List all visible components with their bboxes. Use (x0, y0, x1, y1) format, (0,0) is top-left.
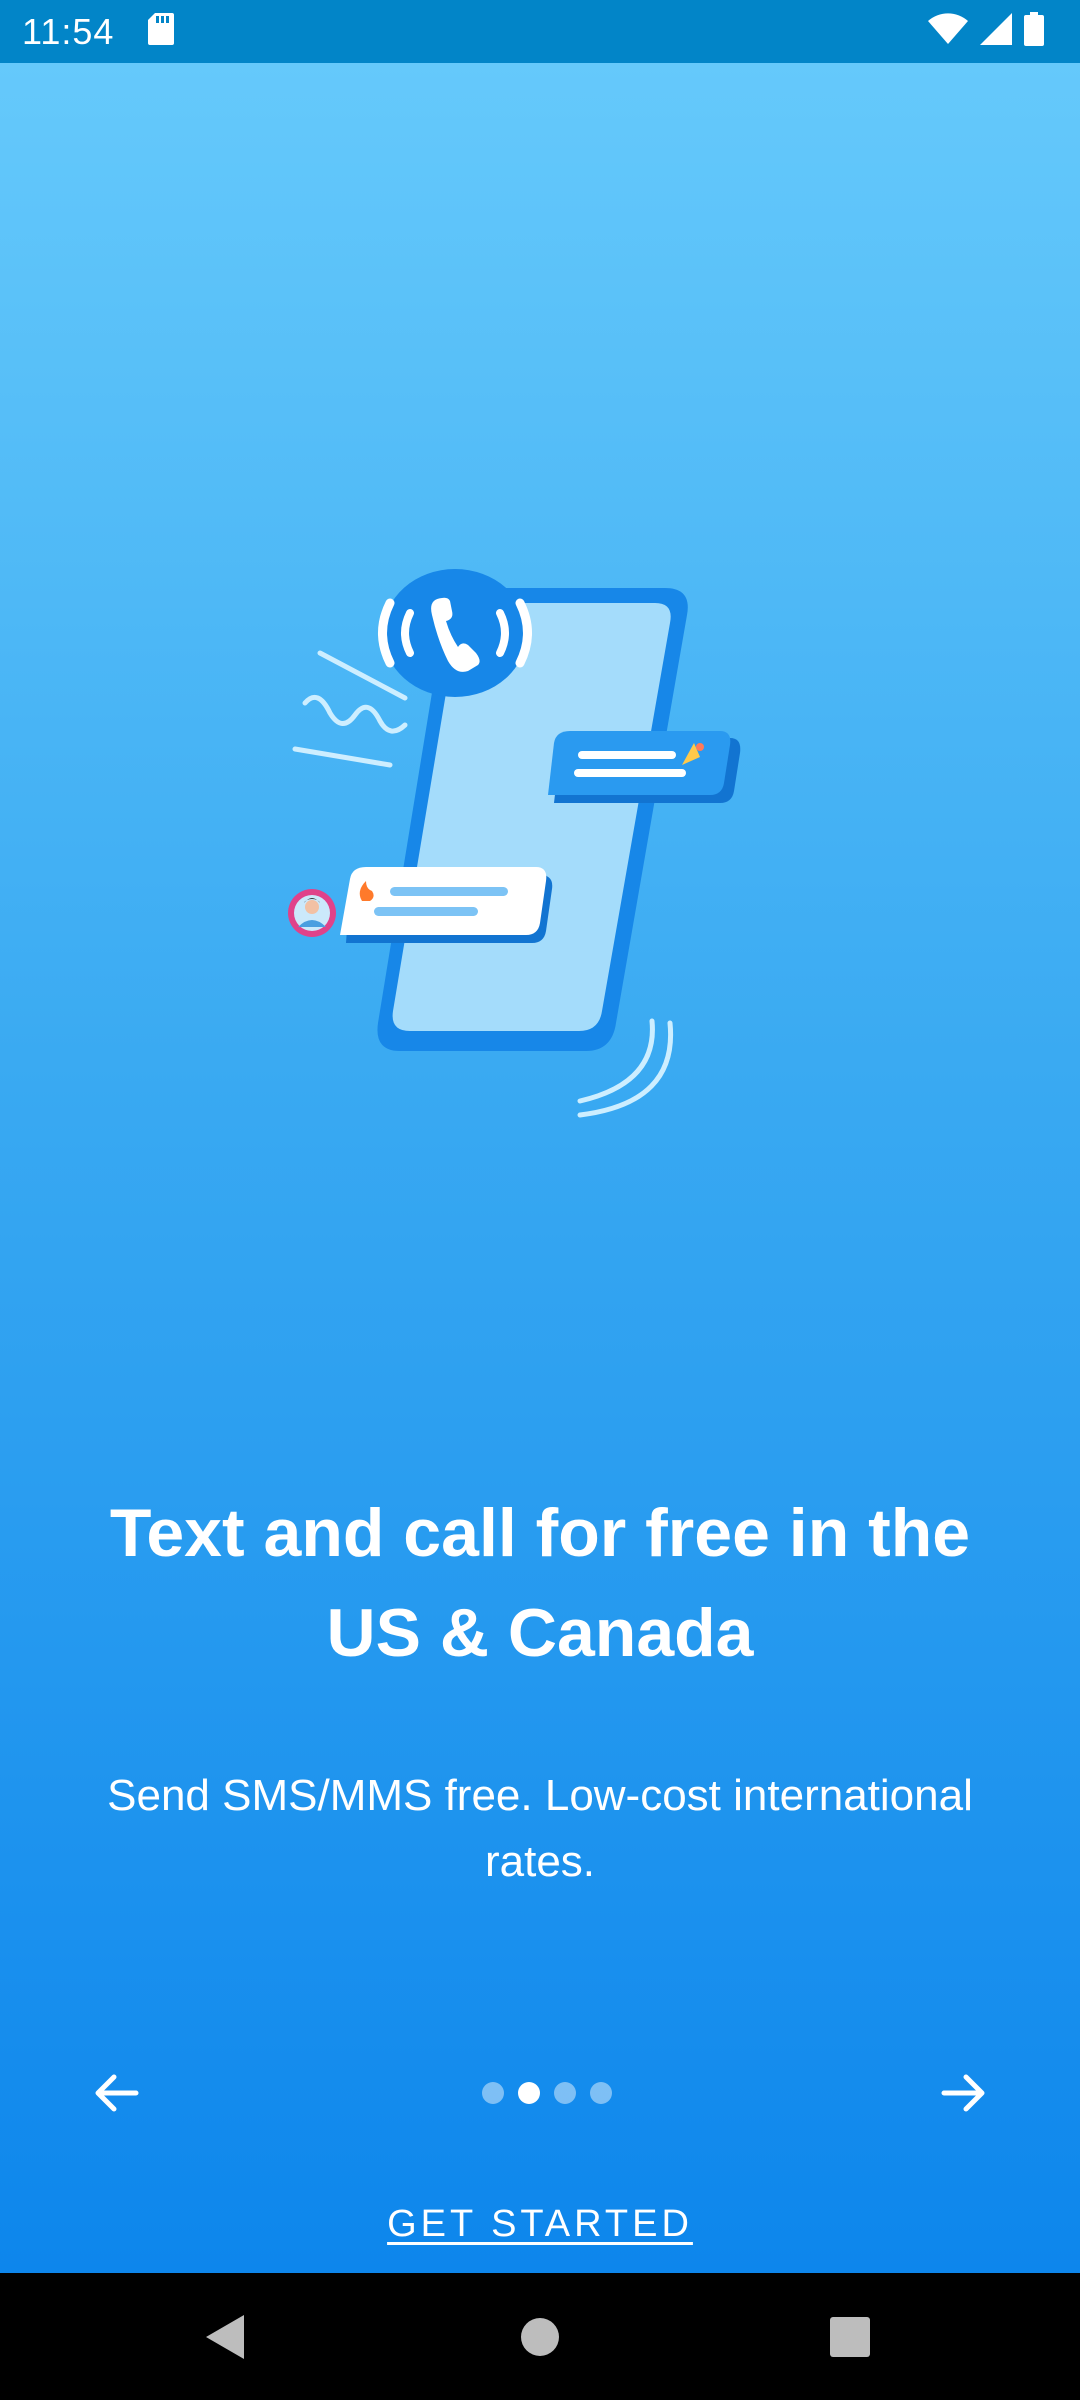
recents-button[interactable] (822, 2309, 878, 2365)
page-dot[interactable] (554, 2082, 576, 2104)
motion-lines-icon (292, 650, 408, 768)
home-button[interactable] (512, 2309, 568, 2365)
cellular-signal-icon (980, 13, 1012, 50)
page-dot[interactable] (518, 2082, 540, 2104)
chat-bubble-left (340, 867, 553, 943)
back-icon (206, 2315, 244, 2359)
avatar-icon (288, 889, 336, 937)
pager-navigation (0, 2038, 1080, 2148)
wifi-icon (928, 13, 968, 50)
page-dot[interactable] (590, 2082, 612, 2104)
recents-icon (830, 2317, 870, 2357)
get-started-button[interactable]: GET STARTED (0, 2203, 1080, 2246)
back-button[interactable] (200, 2309, 256, 2365)
status-time: 11:54 (22, 10, 115, 52)
phone-call-icon (378, 569, 532, 697)
status-right (928, 12, 1044, 51)
sd-card-icon (148, 13, 175, 50)
arrow-left-icon (95, 2074, 139, 2112)
arrow-right-icon (941, 2074, 985, 2112)
chat-bubble-right (548, 731, 741, 803)
status-left: 11:54 (22, 10, 175, 53)
next-page-button[interactable] (934, 2063, 994, 2123)
previous-page-button[interactable] (86, 2063, 146, 2123)
onboarding-screen: Text and call for free in the US & Canad… (0, 63, 1080, 2273)
page-dot[interactable] (482, 2082, 504, 2104)
battery-icon (1024, 12, 1044, 51)
page-indicator (482, 2082, 612, 2104)
system-navigation-bar (0, 2273, 1080, 2400)
onboarding-headline: Text and call for free in the US & Canad… (109, 1495, 971, 1671)
onboarding-subtitle: Send SMS/MMS free. Low-cost internationa… (107, 1771, 973, 1886)
phone-chat-illustration (270, 503, 750, 1123)
home-icon (521, 2318, 559, 2356)
status-bar: 11:54 (0, 0, 1080, 63)
